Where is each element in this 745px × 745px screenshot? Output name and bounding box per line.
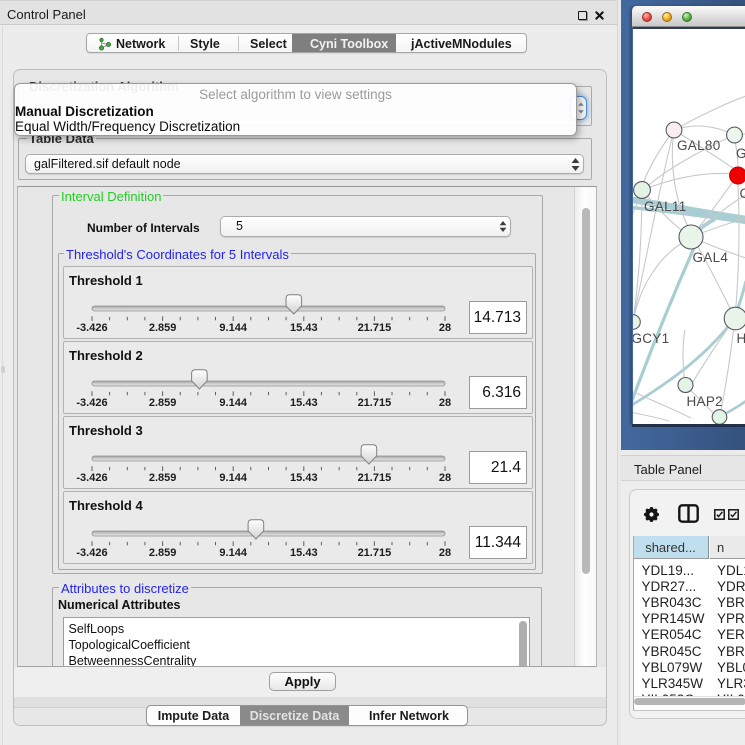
svg-text:28: 28 <box>439 397 451 409</box>
svg-text:-3.426: -3.426 <box>76 547 107 559</box>
svg-text:9.144: 9.144 <box>219 472 247 484</box>
svg-text:9.144: 9.144 <box>219 547 247 559</box>
svg-text:2.859: 2.859 <box>149 322 177 334</box>
svg-text:2.859: 2.859 <box>149 547 177 559</box>
svg-text:2.859: 2.859 <box>149 472 177 484</box>
svg-text:21.715: 21.715 <box>358 322 392 334</box>
svg-text:-3.426: -3.426 <box>76 397 107 409</box>
svg-text:15.43: 15.43 <box>290 322 318 334</box>
svg-text:C: C <box>740 186 745 201</box>
svg-text:21.715: 21.715 <box>358 472 392 484</box>
svg-text:-3.426: -3.426 <box>76 322 107 334</box>
svg-text:15.43: 15.43 <box>290 547 318 559</box>
svg-text:15.43: 15.43 <box>290 397 318 409</box>
svg-text:2.859: 2.859 <box>149 397 177 409</box>
svg-text:GCY1: GCY1 <box>633 331 669 346</box>
svg-text:GAL80: GAL80 <box>677 138 721 153</box>
svg-text:28: 28 <box>439 547 451 559</box>
svg-text:HAP2: HAP2 <box>687 394 723 409</box>
svg-text:21.715: 21.715 <box>358 547 392 559</box>
svg-text:GAL4: GAL4 <box>693 250 729 265</box>
svg-text:GA: GA <box>736 146 745 161</box>
svg-text:15.43: 15.43 <box>290 472 318 484</box>
svg-text:H: H <box>737 331 745 346</box>
svg-text:21.715: 21.715 <box>358 397 392 409</box>
svg-text:28: 28 <box>439 322 451 334</box>
svg-text:28: 28 <box>439 472 451 484</box>
svg-text:9.144: 9.144 <box>219 322 247 334</box>
svg-text:9.144: 9.144 <box>219 397 247 409</box>
svg-text:GAL11: GAL11 <box>644 199 687 214</box>
svg-text:-3.426: -3.426 <box>76 472 107 484</box>
